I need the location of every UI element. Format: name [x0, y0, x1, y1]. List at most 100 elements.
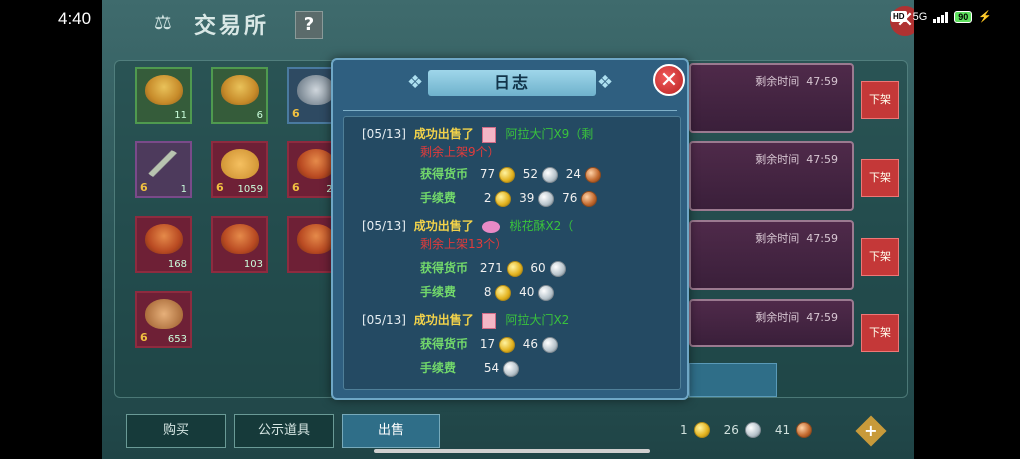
home-indicator[interactable] — [374, 449, 650, 453]
gold-coin-icon — [506, 260, 523, 277]
cake-icon — [221, 149, 259, 179]
gold-coin-icon — [498, 166, 515, 183]
inventory-slot[interactable]: 11 — [135, 67, 192, 124]
gold-coin-icon — [498, 336, 515, 353]
item-icon — [481, 312, 496, 329]
log-entry-note: 剩余上架9个） — [420, 143, 500, 160]
item-count: 1059 — [237, 184, 263, 195]
charging-icon: ⚡ — [978, 11, 992, 23]
ornament-right-icon: ❖ — [597, 72, 614, 93]
item-count: 1 — [180, 184, 187, 195]
item-count: 168 — [167, 259, 187, 270]
silver-amount: 60 — [530, 261, 546, 275]
item-bind-mark: 6 — [216, 181, 224, 194]
remaining-time: 剩余时间 47:59 — [755, 153, 838, 166]
soup-icon — [145, 224, 183, 254]
listing-card[interactable]: 剩余时间 47:59 — [689, 141, 854, 211]
gold-coin-icon — [495, 190, 512, 207]
inventory-slot[interactable]: 6 653 — [135, 291, 192, 348]
silver-amount: 52 — [522, 167, 539, 181]
help-button[interactable]: ? — [295, 11, 323, 39]
silver-coin-icon — [502, 360, 519, 377]
gold-amount: 8 — [483, 285, 492, 299]
entry-item: 桃花酥X2（ — [509, 219, 574, 233]
sickle-icon — [145, 149, 183, 179]
screen: ⚖ 交易所 ? ✕ 11 6 6 6 1 6 1059 6 168 103 6 … — [0, 0, 1020, 459]
close-icon[interactable]: ✕ — [653, 64, 685, 96]
entry-item: 阿拉大门X2 — [505, 313, 570, 327]
add-currency-button[interactable]: + — [855, 415, 887, 447]
item-bind-mark: 6 — [292, 107, 300, 120]
entry-date: [05/13] — [362, 313, 406, 327]
copper-amount: 41 — [774, 423, 791, 437]
off-shelf-button[interactable]: 下架 — [861, 81, 899, 119]
gold-amount: 17 — [479, 337, 496, 351]
silver-amount: 39 — [519, 191, 535, 205]
silver-coin-icon — [744, 422, 761, 438]
tool-icon — [297, 75, 335, 105]
food-icon — [145, 75, 183, 105]
off-shelf-button[interactable]: 下架 — [861, 238, 899, 276]
wallet: 1 26 41 — [680, 422, 813, 438]
item-bind-mark: 6 — [140, 181, 148, 194]
fee-row: 手续费 8 40 — [420, 283, 555, 301]
food-icon — [221, 75, 259, 105]
network-label: 5G — [912, 10, 928, 23]
ornament-left-icon: ❖ — [407, 72, 424, 93]
tab-public-items[interactable]: 公示道具 — [234, 414, 334, 448]
sell-confirm-area[interactable] — [689, 363, 777, 397]
income-row: 获得货币 271 60 — [420, 259, 566, 277]
clock: 4:40 — [58, 9, 92, 28]
entry-date: [05/13] — [362, 127, 406, 141]
battery-icon: 90 — [954, 10, 973, 23]
scale-icon: ⚖ — [154, 10, 172, 34]
remaining-time: 剩余时间 47:59 — [755, 75, 838, 88]
entry-action: 成功出售了 — [413, 219, 474, 233]
fee-label: 手续费 — [420, 191, 457, 205]
inventory-slot[interactable]: 168 — [135, 216, 192, 273]
log-entry: [05/13] 成功出售了 桃花酥X2（ — [362, 217, 573, 234]
log-entry-note: 剩余上架13个） — [420, 235, 507, 252]
off-shelf-button[interactable]: 下架 — [861, 159, 899, 197]
income-label: 获得货币 — [420, 337, 469, 351]
silver-coin-icon — [549, 260, 566, 277]
remaining-time: 剩余时间 47:59 — [755, 311, 838, 324]
inventory-slot[interactable]: 103 — [211, 216, 268, 273]
log-entry: [05/13] 成功出售了 阿拉大门X2 — [362, 311, 569, 329]
log-list[interactable]: [05/13] 成功出售了 阿拉大门X9（剩 剩余上架9个） 获得货币 77 5… — [343, 116, 681, 390]
log-dialog: ❖ 日志 ❖ ✕ [05/13] 成功出售了 阿拉大门X9（剩 剩余上架9个） … — [331, 58, 689, 400]
item-count: 653 — [167, 334, 187, 345]
fee-row: 手续费 54 — [420, 359, 519, 377]
close-exchange-button[interactable]: ✕ — [890, 6, 914, 36]
tab-sell[interactable]: 出售 — [342, 414, 440, 448]
inventory-slot[interactable]: 6 1 — [135, 141, 192, 198]
gold-amount: 77 — [479, 167, 496, 181]
copper-coin-icon — [581, 190, 598, 207]
remaining-time: 剩余时间 47:59 — [755, 232, 838, 245]
fee-row: 手续费 2 39 76 — [420, 189, 598, 207]
divider — [343, 110, 677, 111]
log-entry: [05/13] 成功出售了 阿拉大门X9（剩 — [362, 125, 593, 143]
off-shelf-button[interactable]: 下架 — [861, 314, 899, 352]
inventory-slot[interactable]: 6 1059 — [211, 141, 268, 198]
fee-label: 手续费 — [420, 361, 457, 375]
gold-amount: 2 — [483, 191, 492, 205]
tab-buy[interactable]: 购买 — [126, 414, 226, 448]
income-row: 获得货币 17 46 — [420, 335, 558, 353]
income-label: 获得货币 — [420, 261, 469, 275]
listing-card[interactable]: 剩余时间 47:59 — [689, 299, 854, 347]
robe-icon — [145, 299, 183, 329]
signal-icon — [933, 11, 949, 23]
listing-card[interactable]: 剩余时间 47:59 — [689, 220, 854, 290]
inventory-slot[interactable]: 6 — [211, 67, 268, 124]
item-count: 6 — [256, 110, 263, 121]
listing-card[interactable]: 剩余时间 47:59 — [689, 63, 854, 133]
entry-remaining: 剩余上架9个） — [420, 145, 500, 159]
gold-coin-icon — [495, 284, 512, 301]
copper-coin-icon — [584, 166, 601, 183]
soup-icon — [221, 224, 259, 254]
item-icon — [481, 126, 496, 143]
silver-coin-icon — [541, 336, 558, 353]
page-title: 交易所 — [194, 14, 270, 39]
silver-amount: 54 — [483, 361, 500, 375]
